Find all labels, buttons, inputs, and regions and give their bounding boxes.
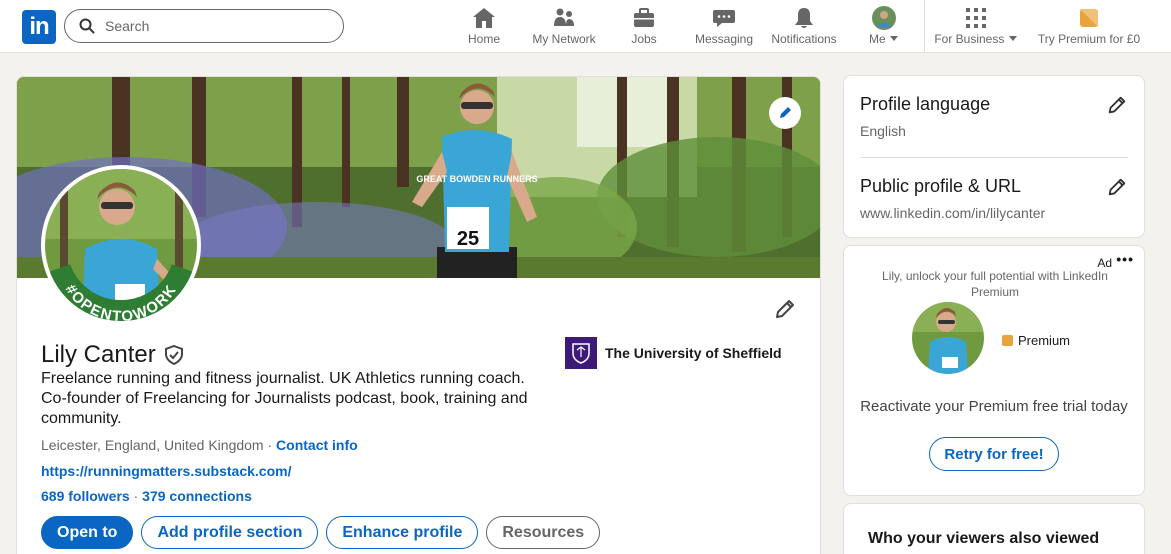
nav-me[interactable]: Me [864,6,904,48]
edit-url-button[interactable] [1106,176,1128,203]
university-logo [565,337,597,369]
search-icon [79,18,95,34]
avatar-icon [872,6,896,30]
resources-button[interactable]: Resources [486,516,601,549]
premium-icon [1002,335,1013,346]
shirt-text: GREAT BOWDEN RUNNERS [416,174,537,184]
retry-for-free-button[interactable]: Retry for free! [929,437,1059,471]
nav-for-business-label: For Business [934,32,1018,46]
nav-for-business[interactable]: For Business [934,6,1018,48]
contact-info-link[interactable]: Contact info [276,437,358,453]
public-profile-section: Public profile & URL www.linkedin.com/in… [860,176,1130,221]
premium-badge: Premium [1002,333,1070,348]
nav-try-premium-label: Try Premium for £0 [1037,32,1141,46]
nav-messaging-label: Messaging [694,32,754,46]
nav-home-label: Home [467,32,500,46]
pencil-icon [1108,96,1126,114]
more-options-button[interactable]: ••• [1116,251,1134,267]
profile-language-title: Profile language [860,94,991,114]
premium-label: Premium [1018,333,1071,348]
profile-photo-image: #OPENTOWORK [45,169,197,321]
nav-home[interactable]: Home [464,6,504,48]
separator: · [263,437,277,453]
nav-try-premium[interactable]: Try Premium for £0 [1036,6,1142,48]
nav-messaging[interactable]: Messaging [692,6,756,48]
university-name: The University of Sheffield [605,345,782,361]
profile-name-text: Lily Canter [41,341,156,368]
search-input[interactable] [105,16,335,36]
divider [860,157,1128,158]
pencil-icon [1108,178,1126,196]
connections-link[interactable]: 379 connections [142,488,252,504]
separator: · [129,488,143,504]
ad-avatar [912,302,984,374]
nav-notifications[interactable]: Notifications [768,6,840,48]
profile-headline: Freelance running and fitness journalist… [41,370,528,427]
home-icon [473,8,495,28]
nav-my-network[interactable]: My Network [528,6,600,48]
edit-language-button[interactable] [1106,94,1128,121]
premium-ad-card: Ad ••• Lily, unlock your full potential … [843,245,1145,496]
search-bar[interactable] [64,9,344,43]
verified-shield-icon[interactable] [164,345,184,365]
education-item[interactable]: The University of Sheffield [565,337,782,369]
nav-divider [924,0,925,53]
grid-icon [966,8,986,28]
chevron-down-icon [1008,36,1017,41]
profile-actions: Open to Add profile section Enhance prof… [41,516,601,549]
ad-avatar-image [912,302,984,374]
profile-card: GREAT BOWDEN RUNNERS 25 #OPENTOWORK Lily [16,76,821,554]
open-to-button[interactable]: Open to [41,516,134,549]
public-profile-title: Public profile & URL [860,176,1022,196]
public-profile-url: www.linkedin.com/in/lilycanter [860,205,1046,221]
chevron-down-icon [890,36,898,41]
ad-text: Lily, unlock your full potential with Li… [882,269,1108,299]
profile-language-value: English [860,123,906,139]
profile-name: Lily Canter [41,341,184,369]
nav-notifications-label: Notifications [771,32,837,46]
bell-icon [795,8,813,28]
followers-link[interactable]: 689 followers [41,488,130,504]
reactivate-text: Reactivate your Premium free trial today [860,398,1128,415]
edit-cover-button[interactable] [769,97,801,129]
nav-my-network-label: My Network [532,32,596,46]
network-line: 689 followers · 379 connections [41,488,252,504]
location-text: Leicester, England, United Kingdom [41,437,264,453]
nav-jobs-label: Jobs [631,32,657,46]
top-navigation: in Home My Network Jobs Messaging Notifi… [0,0,1171,53]
nav-me-label: Me [864,32,904,46]
enhance-profile-button[interactable]: Enhance profile [326,516,479,549]
profile-language-section: Profile language English [860,94,1130,139]
linkedin-logo[interactable]: in [22,10,56,44]
viewers-also-viewed-card: Who your viewers also viewed [843,503,1145,554]
message-icon [713,10,735,27]
nav-jobs[interactable]: Jobs [624,6,664,48]
add-profile-section-button[interactable]: Add profile section [141,516,319,549]
network-icon [554,8,574,26]
premium-icon [1080,9,1098,27]
pencil-icon [780,107,791,118]
profile-settings-card: Profile language English Public profile … [843,75,1145,238]
location-line: Leicester, England, United Kingdom · Con… [41,437,358,453]
pencil-icon [776,300,794,318]
profile-photo[interactable]: #OPENTOWORK [41,165,201,325]
briefcase-icon [634,8,654,27]
edit-intro-button[interactable] [773,297,797,326]
viewers-also-viewed-title: Who your viewers also viewed [868,530,1100,547]
website-link[interactable]: https://runningmatters.substack.com/ [41,463,291,479]
crest-icon [572,343,590,364]
race-number: 25 [457,228,479,250]
